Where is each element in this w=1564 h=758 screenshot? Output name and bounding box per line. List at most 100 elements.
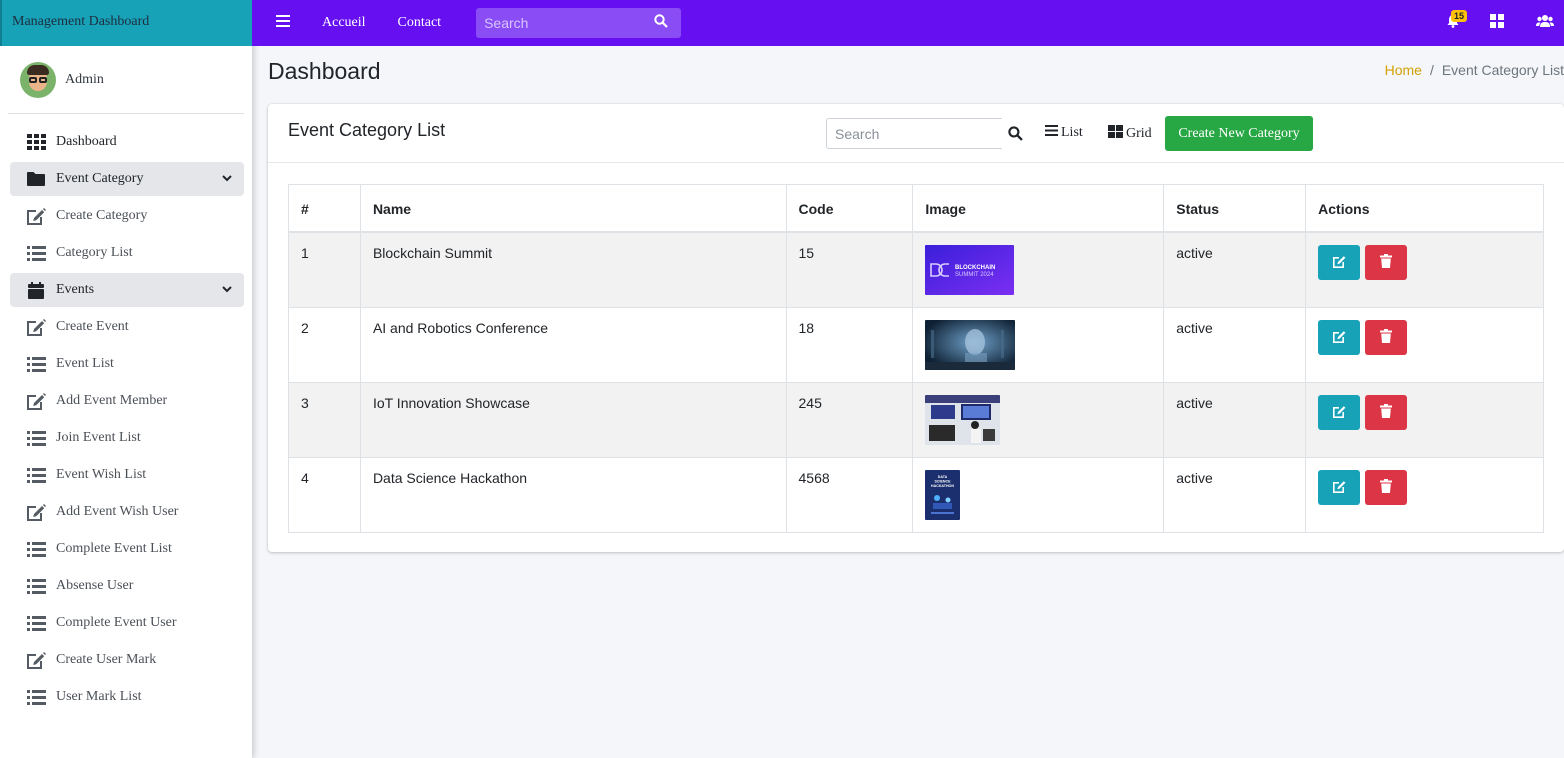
table-row: 2 AI and Robotics Conference 18 active [288,306,1544,383]
sidebar-item-event-wish-list[interactable]: Event Wish List [10,458,244,492]
column-header-actions: Actions [1305,184,1544,233]
row-image-cell: BLOCKCHAIN SUMMIT 2024 [912,231,1165,308]
edit-icon [26,651,46,669]
apps-grid-icon[interactable] [1490,13,1504,33]
topbar-search [476,8,682,38]
row-status: active [1163,306,1307,383]
chevron-down-icon[interactable] [222,282,232,298]
row-number: 1 [288,231,361,308]
sidebar-item-label: Absense User [56,578,134,593]
sidebar-item-complete-event-user[interactable]: Complete Event User [10,606,244,640]
edit-button[interactable] [1318,244,1361,280]
search-icon[interactable] [1008,126,1023,146]
sidebar-item-create-event[interactable]: Create Event [10,310,244,344]
thumbnail-line-1: DATA [938,475,948,479]
trash-icon [1380,328,1393,346]
sidebar-item-dashboard[interactable]: Dashboard [10,125,244,159]
category-search-input[interactable] [826,118,1002,149]
sidebar-item-label: Create Event [56,319,129,334]
sidebar-item-complete-event-list[interactable]: Complete Event List [10,532,244,566]
page-title: Dashboard [268,58,381,84]
column-header-name: Name [359,184,787,233]
row-code: 15 [785,231,914,308]
sidebar-item-label: Event List [56,356,114,371]
row-actions [1305,231,1544,308]
list-icon [26,355,46,373]
calendar-icon [26,281,46,299]
sidebar-item-user-mark-list[interactable]: User Mark List [10,680,244,714]
search-icon[interactable] [654,13,668,33]
row-actions [1305,456,1544,533]
edit-button[interactable] [1318,319,1361,355]
sidebar-item-label: Create Category [56,208,148,223]
breadcrumb-home[interactable]: Home [1385,62,1422,78]
row-status: active [1163,381,1307,458]
card-title: Event Category List [288,120,446,140]
user-name[interactable]: Admin [65,72,104,88]
edit-icon [1332,479,1346,496]
delete-button[interactable] [1365,394,1408,430]
list-view-button[interactable]: List [1045,125,1083,141]
row-image-cell: DATA SCIENCE HACKATHON [912,456,1165,533]
sidebar-item-create-user-mark[interactable]: Create User Mark [10,643,244,677]
thumbnail-line-2: SCIENCE [935,479,952,483]
create-new-category-button[interactable]: Create New Category [1165,116,1313,151]
sidebar-item-label: Join Event List [56,430,141,445]
category-table: # Name Code Image Status Actions 1 Block… [288,184,1544,533]
menu-toggle-icon[interactable] [276,14,290,32]
sidebar-item-add-event-member[interactable]: Add Event Member [10,384,244,418]
trash-icon [1380,403,1393,421]
content-header: Dashboard Home / Event Category List [268,58,1564,85]
sidebar-item-label: Complete Event User [56,615,177,630]
row-image-cell [912,306,1165,383]
sidebar-item-event-list[interactable]: Event List [10,347,244,381]
list-view-label: List [1061,125,1083,140]
row-name: IoT Innovation Showcase [359,381,787,458]
edit-button[interactable] [1318,469,1361,505]
row-name: Data Science Hackathon [359,456,787,533]
sidebar-item-label: Events [56,282,95,297]
column-header-code: Code [785,184,914,233]
sidebar-item-event-category[interactable]: Event Category [10,162,244,196]
list-icon [26,429,46,447]
sidebar-item-events[interactable]: Events [10,273,244,307]
sidebar-item-add-event-wish-user[interactable]: Add Event Wish User [10,495,244,529]
data-science-hackathon-thumbnail: DATA SCIENCE HACKATHON [925,469,961,520]
row-code: 4568 [785,456,914,533]
users-icon[interactable] [1536,14,1554,33]
edit-icon [26,503,46,521]
sidebar-item-create-category[interactable]: Create Category [10,199,244,233]
sidebar-item-category-list[interactable]: Category List [10,236,244,270]
avatar [20,61,56,98]
sidebar-item-label: Dashboard [56,134,117,149]
sidebar-item-label: Complete Event List [56,541,172,556]
sidebar: Management Dashboard Admin Dashboard Even… [0,0,252,758]
sidebar-item-label: Event Category [56,171,144,186]
thumbnail-line-3: HACKATHON [931,484,954,488]
nav-link-contact[interactable]: Contact [398,15,442,31]
delete-button[interactable] [1365,469,1408,505]
list-icon [26,688,46,706]
sidebar-item-absense-user[interactable]: Absense User [10,569,244,603]
sidebar-item-join-event-list[interactable]: Join Event List [10,421,244,455]
row-name: Blockchain Summit [359,231,787,308]
edit-icon [1332,329,1346,346]
column-header-number: # [288,184,361,233]
grid-icon [1108,125,1126,143]
delete-button[interactable] [1365,319,1408,355]
list-icon [26,614,46,632]
delete-button[interactable] [1365,244,1408,280]
brand-title[interactable]: Management Dashboard [0,0,252,46]
chevron-down-icon[interactable] [222,171,232,187]
edit-button[interactable] [1318,394,1361,430]
notification-bell-icon[interactable]: 15 [1446,9,1468,33]
ai-robotics-thumbnail [925,319,1016,370]
thumbnail-line-2: SUMMIT 2024 [955,272,994,278]
list-icon [26,577,46,595]
grid-view-button[interactable]: Grid [1108,125,1152,143]
row-number: 4 [288,456,361,533]
list-icon [26,244,46,262]
nav-link-accueil[interactable]: Accueil [322,15,366,31]
topbar-search-input[interactable] [484,15,655,31]
sidebar-item-label: Create User Mark [56,652,157,667]
